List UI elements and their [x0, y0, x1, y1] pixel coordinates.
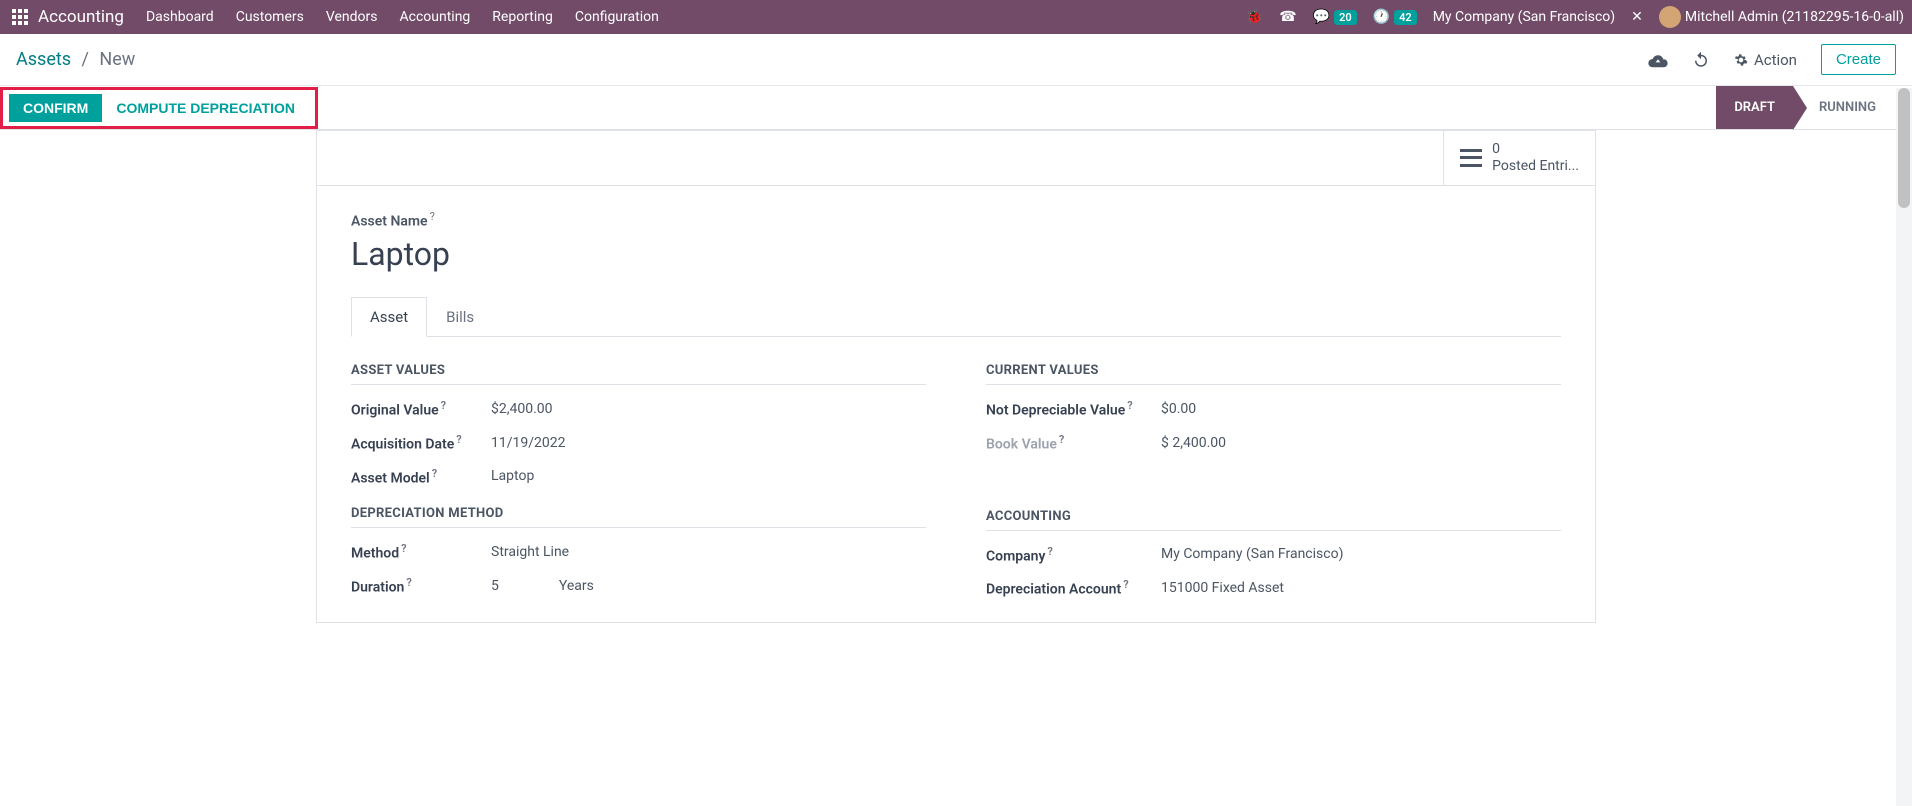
not-depreciable-value[interactable]: $0.00 — [1161, 401, 1196, 417]
nav-links: Dashboard Customers Vendors Accounting R… — [146, 9, 659, 25]
book-value-label: Book Value — [986, 437, 1057, 453]
help-icon[interactable]: ? — [456, 433, 461, 446]
help-icon[interactable]: ? — [432, 467, 437, 480]
asset-name-value[interactable]: Laptop — [351, 235, 1561, 273]
acquisition-date[interactable]: 11/19/2022 — [491, 435, 566, 451]
help-icon[interactable]: ? — [1123, 578, 1128, 591]
help-icon[interactable]: ? — [1059, 433, 1064, 446]
highlighted-buttons: CONFIRM COMPUTE DEPRECIATION — [0, 87, 318, 129]
scrollbar[interactable] — [1896, 88, 1912, 806]
asset-name-label: Asset Name — [351, 213, 428, 229]
duration-label: Duration — [351, 580, 404, 596]
nav-vendors[interactable]: Vendors — [326, 9, 378, 25]
messages-icon[interactable]: 💬20 — [1313, 9, 1357, 25]
breadcrumb: Assets / New — [16, 49, 135, 70]
help-icon[interactable]: ? — [430, 210, 435, 223]
posted-entries-label: Posted Entri... — [1492, 158, 1579, 175]
original-value-label: Original Value — [351, 403, 439, 419]
depreciation-account-label: Depreciation Account — [986, 582, 1121, 598]
form-sheet: 0 Posted Entri... Asset Name? Laptop Ass… — [316, 130, 1596, 623]
create-button[interactable]: Create — [1821, 44, 1896, 75]
section-depreciation: DEPRECIATION METHOD — [351, 506, 926, 528]
apps-icon — [12, 9, 28, 25]
duration-unit[interactable]: Years — [559, 578, 594, 594]
nav-accounting[interactable]: Accounting — [399, 9, 470, 25]
compute-depreciation-button[interactable]: COMPUTE DEPRECIATION — [102, 94, 309, 122]
control-panel: Assets / New Action Create — [0, 34, 1912, 86]
cloud-icon — [1648, 52, 1668, 68]
activities-icon[interactable]: 🕐42 — [1373, 9, 1417, 25]
help-icon[interactable]: ? — [401, 542, 406, 555]
undo-icon — [1692, 51, 1710, 69]
user-menu[interactable]: Mitchell Admin (21182295-16-0-all) — [1659, 6, 1904, 28]
user-name: Mitchell Admin (21182295-16-0-all) — [1685, 9, 1904, 25]
help-icon[interactable]: ? — [406, 576, 411, 589]
messages-badge: 20 — [1334, 10, 1357, 25]
posted-entries-count: 0 — [1492, 141, 1579, 158]
original-value[interactable]: $2,400.00 — [491, 401, 553, 417]
asset-model-label: Asset Model — [351, 470, 430, 486]
tab-bills[interactable]: Bills — [427, 297, 493, 336]
scroll-thumb[interactable] — [1898, 88, 1910, 208]
nav-dashboard[interactable]: Dashboard — [146, 9, 214, 25]
method-label: Method — [351, 546, 399, 562]
company-label: Company — [986, 548, 1045, 564]
not-depreciable-label: Not Depreciable Value — [986, 403, 1125, 419]
status-steps: DRAFT RUNNING — [1716, 86, 1894, 129]
help-icon[interactable]: ? — [1127, 399, 1132, 412]
activities-badge: 42 — [1394, 10, 1417, 25]
posted-entries-button[interactable]: 0 Posted Entri... — [1443, 131, 1595, 185]
acquisition-date-label: Acquisition Date — [351, 437, 454, 453]
section-current-values: CURRENT VALUES — [986, 363, 1561, 385]
method-value[interactable]: Straight Line — [491, 544, 569, 560]
section-accounting: ACCOUNTING — [986, 509, 1561, 531]
status-bar: CONFIRM COMPUTE DEPRECIATION DRAFT RUNNI… — [0, 86, 1912, 130]
cloud-upload-icon[interactable] — [1648, 52, 1668, 68]
asset-model[interactable]: Laptop — [491, 468, 534, 484]
breadcrumb-current: New — [99, 49, 135, 70]
duration-number[interactable]: 5 — [491, 578, 499, 594]
avatar — [1659, 6, 1681, 28]
tab-asset[interactable]: Asset — [351, 297, 427, 337]
book-value: $ 2,400.00 — [1161, 435, 1226, 451]
gear-icon — [1734, 53, 1748, 67]
action-dropdown[interactable]: Action — [1734, 51, 1797, 69]
depreciation-account-value[interactable]: 151000 Fixed Asset — [1161, 580, 1284, 596]
status-draft[interactable]: DRAFT — [1716, 86, 1793, 129]
help-icon[interactable]: ? — [441, 399, 446, 412]
support-icon[interactable]: ☎ — [1279, 9, 1296, 25]
app-name: Accounting — [38, 7, 124, 27]
top-navbar: Accounting Dashboard Customers Vendors A… — [0, 0, 1912, 34]
tools-icon[interactable]: ✕ — [1631, 9, 1643, 25]
breadcrumb-sep: / — [82, 49, 89, 70]
nav-configuration[interactable]: Configuration — [575, 9, 659, 25]
discard-icon[interactable] — [1692, 51, 1710, 69]
company-switcher[interactable]: My Company (San Francisco) — [1433, 9, 1615, 25]
company-value[interactable]: My Company (San Francisco) — [1161, 546, 1343, 562]
tabs: Asset Bills — [351, 297, 1561, 337]
app-switcher[interactable]: Accounting — [8, 7, 128, 27]
breadcrumb-root[interactable]: Assets — [16, 49, 71, 70]
stat-buttons-row: 0 Posted Entri... — [317, 131, 1595, 186]
action-label: Action — [1754, 51, 1797, 69]
status-running[interactable]: RUNNING — [1793, 86, 1894, 129]
section-asset-values: ASSET VALUES — [351, 363, 926, 385]
nav-customers[interactable]: Customers — [236, 9, 304, 25]
help-icon[interactable]: ? — [1047, 545, 1052, 558]
confirm-button[interactable]: CONFIRM — [9, 94, 102, 122]
debug-icon[interactable]: 🐞 — [1246, 9, 1263, 25]
list-icon — [1460, 149, 1482, 167]
nav-reporting[interactable]: Reporting — [492, 9, 553, 25]
